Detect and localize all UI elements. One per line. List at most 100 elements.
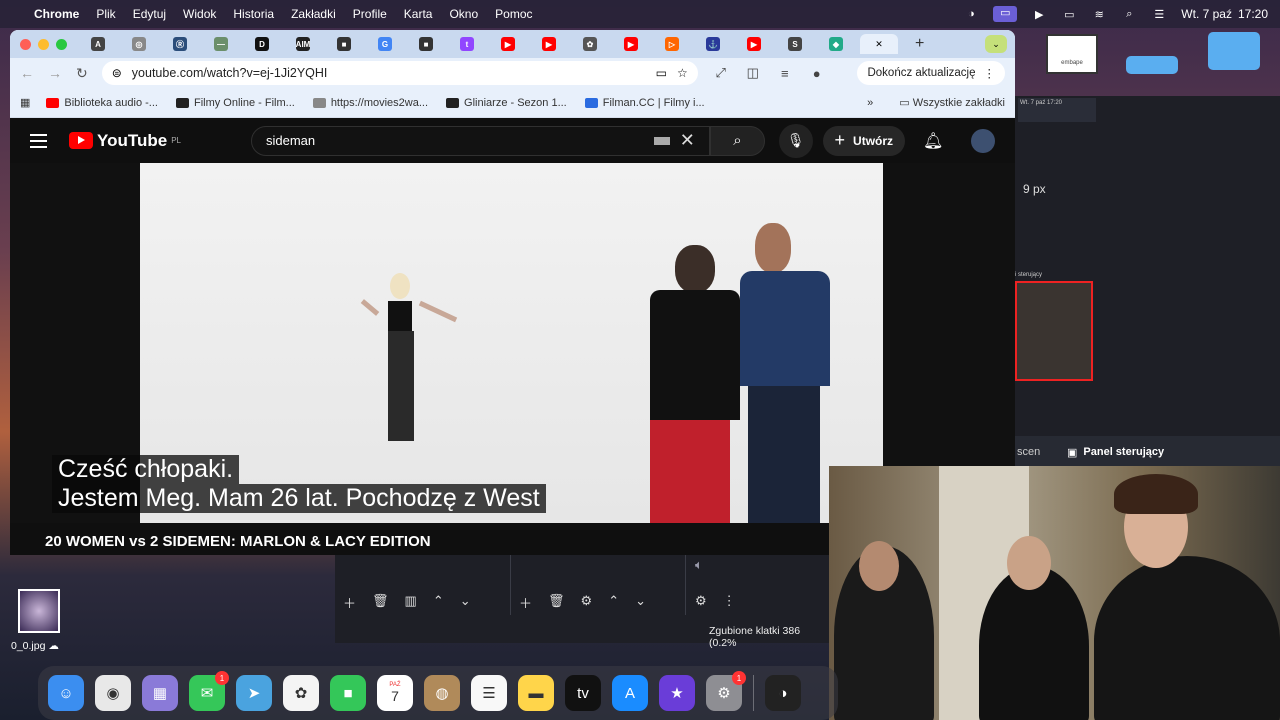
add-source-icon[interactable]: ＋ <box>519 593 532 612</box>
bookmark-item[interactable]: Biblioteka audio -... <box>46 97 158 109</box>
maps-icon[interactable]: ➤ <box>236 675 272 711</box>
more-vert-icon[interactable]: ⋮ <box>723 593 736 609</box>
tab-active[interactable]: ✕ <box>860 34 898 54</box>
contacts-icon[interactable]: ◍ <box>424 675 460 711</box>
menu-item-profile[interactable]: Profile <box>353 7 387 21</box>
close-tab-icon[interactable]: ✕ <box>875 39 883 50</box>
browser-tab[interactable]: ◆ <box>819 34 853 54</box>
menu-item-pomoc[interactable]: Pomoc <box>495 7 532 21</box>
finder-icon[interactable]: ☺ <box>48 675 84 711</box>
browser-tab[interactable]: ✿ <box>573 34 607 54</box>
control-center-icon[interactable]: ☰ <box>1151 8 1167 21</box>
move-up-icon[interactable]: ⌃ <box>608 593 619 612</box>
screen-mirror-icon[interactable]: ▭ <box>993 6 1018 22</box>
messages-icon[interactable]: ✉ 1 <box>189 671 229 711</box>
chrome-icon[interactable]: ◉ <box>95 675 131 711</box>
browser-tab[interactable]: ◎ <box>122 34 156 54</box>
add-scene-icon[interactable]: ＋ <box>343 593 356 612</box>
browser-tab[interactable]: ▶ <box>737 34 771 54</box>
spotlight-search-icon[interactable]: ⌕ <box>1121 8 1137 20</box>
menu-item-historia[interactable]: Historia <box>233 7 274 21</box>
browser-tab[interactable]: ▶ <box>614 34 648 54</box>
extension-icon[interactable]: ⤢ <box>712 65 730 81</box>
wifi-icon[interactable]: ≋ <box>1091 8 1107 21</box>
youtube-logo[interactable]: YouTube PL <box>69 131 181 151</box>
avatar[interactable] <box>971 128 996 153</box>
search-button[interactable]: ⌕ <box>709 125 766 156</box>
browser-tab[interactable]: D <box>245 34 279 54</box>
install-icon[interactable]: ▭ <box>656 66 667 80</box>
minimize-window-button[interactable] <box>38 38 49 50</box>
play-status-icon[interactable]: ▶ <box>1031 8 1047 21</box>
obs-status-icon[interactable]: ◑ <box>963 8 979 20</box>
close-window-button[interactable] <box>20 38 31 50</box>
keyboard-icon[interactable] <box>653 136 670 145</box>
obs-scenes-tab[interactable]: scen <box>1015 446 1067 458</box>
update-button[interactable]: Dokończ aktualizację ⋮ <box>857 61 1005 85</box>
forward-icon[interactable]: → <box>48 65 62 81</box>
menu-clock[interactable]: Wt. 7 paź 17:20 <box>1181 7 1268 21</box>
bookmark-item[interactable]: Filman.CC | Filmy i... <box>584 97 705 109</box>
calendar-icon[interactable]: PAŹ 7 <box>377 675 413 711</box>
all-bookmarks-item[interactable]: ▭ Wszystkie zakładki <box>899 96 1005 109</box>
voice-search-button[interactable]: 🎙︎ <box>779 123 813 158</box>
maximize-window-button[interactable] <box>56 38 67 50</box>
bookmark-item[interactable]: Filmy Online - Film... <box>175 97 295 109</box>
bookmarks-overflow[interactable]: » <box>867 97 873 109</box>
bookmark-item[interactable]: https://movies2wa... <box>312 97 428 109</box>
obs-icon[interactable]: ◑ <box>765 675 801 711</box>
bookmark-star-icon[interactable]: ☆ <box>677 66 688 80</box>
desktop-folder-icon[interactable] <box>1208 32 1260 70</box>
move-down-icon[interactable]: ⌄ <box>635 593 646 612</box>
browser-tab[interactable]: t <box>450 34 484 54</box>
apps-grid-icon[interactable]: ▦ <box>20 96 30 109</box>
browser-tab[interactable]: ⚓ <box>696 34 730 54</box>
menu-item-widok[interactable]: Widok <box>183 7 216 21</box>
obs-panel-tab[interactable]: Panel sterujący <box>1083 446 1164 458</box>
url-text[interactable]: youtube.com/watch?v=ej-1Ji2YQHI <box>132 66 646 80</box>
browser-tab[interactable]: ■ <box>409 34 443 54</box>
reminders-icon[interactable]: ☰ <box>471 675 507 711</box>
back-icon[interactable]: ← <box>20 65 34 81</box>
appstore-icon[interactable]: A <box>612 675 648 711</box>
bookmark-item[interactable]: Gliniarze - Sezon 1... <box>446 97 567 109</box>
menu-item-edytuj[interactable]: Edytuj <box>133 7 166 21</box>
browser-tab[interactable]: ▶ <box>532 34 566 54</box>
battery-icon[interactable]: ▭ <box>1061 8 1077 21</box>
browser-tab[interactable]: ▶ <box>491 34 525 54</box>
facetime-icon[interactable]: ■ <box>330 675 366 711</box>
browser-tab[interactable]: G <box>368 34 402 54</box>
menu-app-chrome[interactable]: Chrome <box>34 7 79 21</box>
settings-icon[interactable]: ⚙ 1 <box>706 671 746 711</box>
new-tab-button[interactable]: + <box>915 35 924 53</box>
imovie-icon[interactable]: ★ <box>659 675 695 711</box>
appletv-icon[interactable]: tv <box>565 675 601 711</box>
browser-tab[interactable]: ▷ <box>655 34 689 54</box>
browser-tab[interactable]: ■ <box>327 34 361 54</box>
browser-tab[interactable]: Ⓡ <box>163 34 197 54</box>
obs-volume[interactable]: 🔈︎ <box>695 557 703 573</box>
scene-filter-icon[interactable]: ▥ <box>405 593 417 612</box>
puzzle-icon[interactable]: ◫ <box>744 65 762 81</box>
browser-tab[interactable]: AIM <box>286 34 320 54</box>
browser-tab[interactable]: S <box>778 34 812 54</box>
site-info-icon[interactable]: ⊜ <box>112 66 122 80</box>
tab-search-button[interactable]: ⌄ <box>985 35 1007 53</box>
menu-item-zakladki[interactable]: Zakładki <box>291 7 336 21</box>
remove-scene-icon[interactable]: 🗑︎ <box>372 593 389 612</box>
photos-icon[interactable]: ✿ <box>283 675 319 711</box>
address-bar[interactable]: ⊜ youtube.com/watch?v=ej-1Ji2YQHI ▭ ☆ <box>101 61 698 85</box>
desktop-image-thumbnail[interactable] <box>18 589 60 633</box>
browser-tab[interactable]: — <box>204 34 238 54</box>
obs-selected-source[interactable] <box>1015 281 1093 381</box>
move-up-icon[interactable]: ⌃ <box>433 593 444 612</box>
notifications-bell-icon[interactable]: 🔔︎ <box>923 131 943 151</box>
embape-file-icon[interactable]: embape <box>1046 34 1098 74</box>
source-settings-icon[interactable]: ⚙ <box>581 593 593 612</box>
remove-source-icon[interactable]: 🗑︎ <box>548 593 565 612</box>
profile-icon[interactable]: ● <box>808 66 826 81</box>
browser-tab[interactable]: A <box>81 34 115 54</box>
clear-search-icon[interactable]: ✕ <box>680 130 695 151</box>
reload-icon[interactable]: ↻ <box>76 65 88 82</box>
desktop-folder-icon[interactable] <box>1126 56 1178 74</box>
